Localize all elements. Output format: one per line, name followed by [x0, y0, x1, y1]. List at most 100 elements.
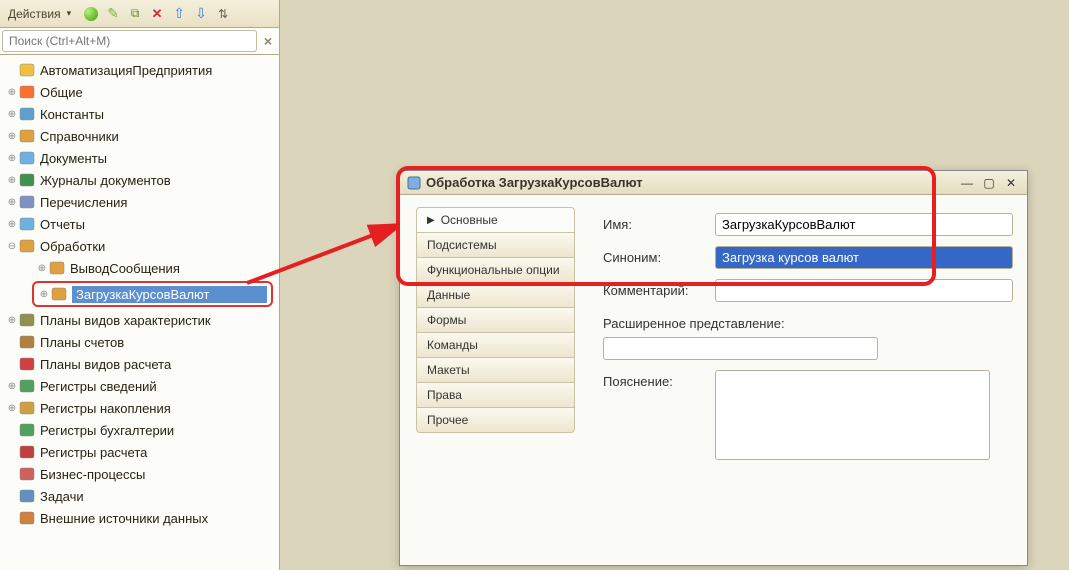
inforeg-icon	[18, 377, 36, 395]
expand-icon[interactable]: ⊕	[6, 131, 18, 142]
comment-label: Комментарий:	[603, 279, 715, 298]
tree-item-label: Обработки	[40, 239, 275, 254]
reports-icon	[18, 215, 36, 233]
nav-item-label: Основные	[441, 213, 498, 227]
name-input[interactable]	[715, 213, 1013, 236]
tasks-icon	[18, 487, 36, 505]
tree-item-enums[interactable]: ⊕Перечисления	[0, 191, 279, 213]
tree-item-calcplans[interactable]: Планы видов расчета	[0, 353, 279, 375]
enums-icon	[18, 193, 36, 211]
extended-label: Расширенное представление:	[603, 312, 1013, 331]
edit-button[interactable]: ✎	[103, 4, 123, 24]
dialog-titlebar[interactable]: Обработка ЗагрузкаКурсовВалют — ▢ ✕	[400, 171, 1027, 195]
journals-icon	[18, 171, 36, 189]
expand-icon[interactable]: ⊖	[6, 241, 18, 252]
tree-item-label: Журналы документов	[40, 173, 275, 188]
tree-item-reports[interactable]: ⊕ Отчеты	[0, 213, 279, 235]
delete-button[interactable]: ✕	[147, 4, 167, 24]
nav-item[interactable]: Подсистемы	[416, 232, 575, 258]
tree-item-journals[interactable]: ⊕ Журналы документов	[0, 169, 279, 191]
move-down-button[interactable]: ⇩	[191, 4, 211, 24]
expand-icon[interactable]: ⊕	[36, 263, 48, 274]
expand-icon[interactable]: ⊕	[6, 403, 18, 414]
nav-item[interactable]: Функциональные опции	[416, 257, 575, 283]
tree-item-accounts[interactable]: Планы счетов	[0, 331, 279, 353]
tree-selected-highlight: ⊕ ЗагрузкаКурсовВалют	[32, 281, 273, 307]
search-clear-button[interactable]: ×	[259, 32, 277, 50]
extended-input[interactable]	[603, 337, 878, 360]
tree-item-label: Регистры сведений	[40, 379, 275, 394]
tree-item-dataprocessor-item[interactable]: ⊕ ВыводСообщения	[0, 257, 279, 279]
tree-item-catalogs[interactable]: ⊕ Справочники	[0, 125, 279, 147]
tree-item-common[interactable]: ⊕Общие	[0, 81, 279, 103]
tree-item-label: Справочники	[40, 129, 275, 144]
tree-item-label: Внешние источники данных	[40, 511, 275, 526]
nav-item[interactable]: Формы	[416, 307, 575, 333]
tree-item-label: ЗагрузкаКурсовВалют	[72, 286, 267, 303]
search-input[interactable]	[2, 30, 257, 52]
nav-item-label: Права	[427, 388, 462, 402]
sidebar: Действия ▾ ✎ ⧉ ✕ ⇧ ⇩ ⇅ × АвтоматизацияПр…	[0, 0, 280, 570]
tree-item-label: ВыводСообщения	[70, 261, 275, 276]
nav-item[interactable]: Прочее	[416, 407, 575, 433]
tree-item-globe[interactable]: АвтоматизацияПредприятия	[0, 59, 279, 81]
nav-item-label: Макеты	[427, 363, 470, 377]
tree-item-label: Бизнес-процессы	[40, 467, 275, 482]
explanation-label: Пояснение:	[603, 370, 715, 389]
expand-icon[interactable]: ⊕	[6, 87, 18, 98]
globe-icon	[18, 61, 36, 79]
expand-icon[interactable]: ⊕	[6, 175, 18, 186]
tree-item-bp[interactable]: Бизнес-процессы	[0, 463, 279, 485]
move-up-button[interactable]: ⇧	[169, 4, 189, 24]
nav-item[interactable]: Команды	[416, 332, 575, 358]
close-button[interactable]: ✕	[1001, 175, 1021, 191]
tree-item-label: Регистры расчета	[40, 445, 275, 460]
tree-item-accumreg[interactable]: ⊕ Регистры накопления	[0, 397, 279, 419]
expand-icon[interactable]: ⊕	[6, 315, 18, 326]
comment-input[interactable]	[715, 279, 1013, 302]
dialog-body: ▶ОсновныеПодсистемыФункциональные опцииД…	[400, 195, 1027, 565]
tree-item-label: Задачи	[40, 489, 275, 504]
tree-item-charplans[interactable]: ⊕Планы видов характеристик	[0, 309, 279, 331]
charplans-icon	[18, 311, 36, 329]
minimize-button[interactable]: —	[957, 175, 977, 191]
tree-item-tasks[interactable]: Задачи	[0, 485, 279, 507]
nav-item-label: Формы	[427, 313, 466, 327]
sort-button[interactable]: ⇅	[213, 4, 233, 24]
dialog-icon	[406, 175, 422, 191]
tree-item-label: Регистры накопления	[40, 401, 275, 416]
nav-item-label: Прочее	[427, 413, 468, 427]
add-button[interactable]	[81, 4, 101, 24]
tree-item-documents[interactable]: ⊕ Документы	[0, 147, 279, 169]
tree-item-extdata[interactable]: Внешние источники данных	[0, 507, 279, 529]
expand-icon[interactable]: ⊕	[6, 109, 18, 120]
expand-icon[interactable]: ⊕	[6, 197, 18, 208]
synonym-input[interactable]	[715, 246, 1013, 269]
tree-item-inforeg[interactable]: ⊕ Регистры сведений	[0, 375, 279, 397]
accumreg-icon	[18, 399, 36, 417]
tree-item-calcreg[interactable]: Регистры расчета	[0, 441, 279, 463]
expand-icon[interactable]: ⊕	[6, 219, 18, 230]
nav-item[interactable]: ▶Основные	[416, 207, 575, 233]
nav-item[interactable]: Права	[416, 382, 575, 408]
tree-item-constants[interactable]: ⊕Константы	[0, 103, 279, 125]
tree-item-label: Отчеты	[40, 217, 275, 232]
name-label: Имя:	[603, 213, 715, 232]
config-tree[interactable]: АвтоматизацияПредприятия⊕Общие⊕Константы…	[0, 55, 279, 570]
nav-item[interactable]: Данные	[416, 282, 575, 308]
tree-item-dataprocessors[interactable]: ⊖ Обработки	[0, 235, 279, 257]
tree-item-accreg[interactable]: Регистры бухгалтерии	[0, 419, 279, 441]
actions-dropdown-icon: ▾	[67, 8, 72, 19]
tree-item-label: Документы	[40, 151, 275, 166]
nav-item[interactable]: Макеты	[416, 357, 575, 383]
expand-icon[interactable]: ⊕	[6, 153, 18, 164]
expand-icon[interactable]: ⊕	[6, 381, 18, 392]
dialog-nav: ▶ОсновныеПодсистемыФункциональные опцииД…	[400, 195, 585, 565]
copy-button[interactable]: ⧉	[125, 4, 145, 24]
tree-item-dataprocessor-item[interactable]: ⊕ ЗагрузкаКурсовВалют	[34, 283, 271, 305]
explanation-textarea[interactable]	[715, 370, 990, 460]
dialog-window: Обработка ЗагрузкаКурсовВалют — ▢ ✕ ▶Осн…	[399, 170, 1028, 566]
expand-icon[interactable]: ⊕	[38, 289, 50, 300]
actions-menu[interactable]: Действия	[4, 7, 65, 21]
maximize-button[interactable]: ▢	[979, 175, 999, 191]
